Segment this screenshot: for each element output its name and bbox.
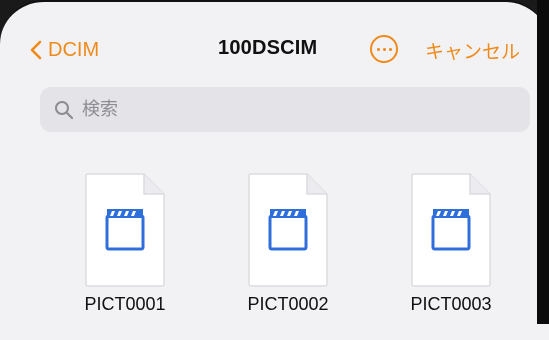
cancel-button[interactable]: キャンセル: [425, 37, 520, 64]
file-item[interactable]: PICT0001: [45, 172, 205, 332]
back-button[interactable]: DCIM: [30, 35, 99, 65]
file-browser-screen: DCIM 100DSCIM キャンセル PICT0001: [0, 0, 549, 340]
file-name: PICT0001: [84, 294, 166, 314]
video-file-icon: [85, 173, 165, 287]
search-field[interactable]: [40, 87, 530, 132]
back-label: DCIM: [48, 38, 100, 61]
file-name: PICT0003: [410, 294, 492, 314]
video-file-icon: [411, 173, 491, 287]
chevron-left-icon: [30, 40, 42, 60]
page-title: 100DSCIM: [218, 37, 318, 59]
file-item[interactable]: PICT0003: [371, 172, 531, 332]
file-item[interactable]: PICT0002: [208, 172, 368, 332]
search-icon: [55, 100, 74, 119]
more-options-button[interactable]: [370, 35, 398, 63]
ellipsis-icon: [376, 47, 380, 51]
device-edge: [537, 0, 549, 324]
video-file-icon: [248, 173, 328, 287]
search-input[interactable]: [80, 98, 484, 121]
navigation-bar: DCIM 100DSCIM キャンセル: [0, 2, 537, 76]
file-name: PICT0002: [247, 294, 329, 314]
file-grid: PICT0001 PICT0002 PICT0003: [0, 172, 537, 332]
